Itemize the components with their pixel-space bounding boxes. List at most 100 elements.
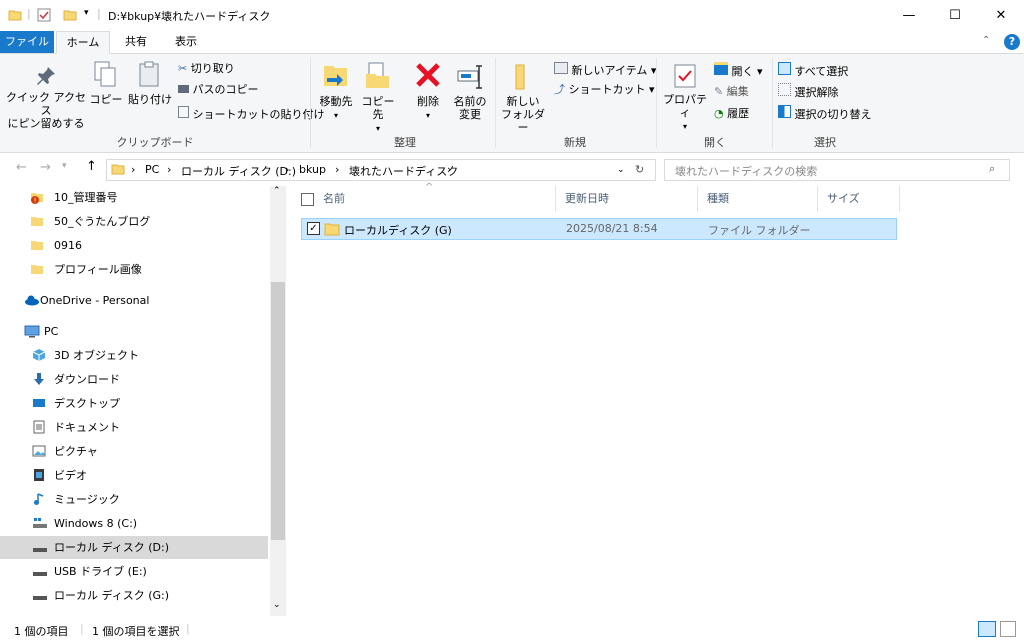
help-icon[interactable]: ? [1004,34,1020,50]
column-size[interactable]: サイズ [827,186,860,212]
nav-item-10-kanri[interactable]: ! 10_管理番号 [0,186,268,209]
copy-path-label: パスのコピー [192,83,259,96]
search-box[interactable]: 壊れたハードディスクの検索 ⌕ [664,159,1010,181]
delete-button[interactable]: 削除 ▾ [410,60,446,122]
up-arrow-icon[interactable]: ↑ [86,159,97,174]
ribbon-expand-icon[interactable]: ⌃ [982,35,990,46]
minimize-button[interactable]: — [886,0,932,31]
quick-access-dropdown[interactable]: ▾ [84,8,89,18]
details-view-icon[interactable] [978,621,996,637]
rename-button[interactable]: 名前の 変更 [450,60,490,121]
new-folder-button[interactable]: 新しい フォルダー [500,60,546,134]
close-button[interactable]: ✕ [978,0,1024,31]
nav-scrollbar-thumb[interactable] [271,282,285,540]
copy-path-icon [178,85,189,93]
pin-quick-access-button[interactable]: クイック アクセス にピン留めする [6,64,86,130]
copy-path-button[interactable]: パスのコピー [178,83,259,97]
nav-label: ローカル ディスク (G:) [54,589,170,602]
nav-item-drive-d[interactable]: ローカル ディスク (D:) [0,536,268,559]
address-dropdown-icon[interactable]: ⌄ [617,165,625,175]
nav-item-pictures[interactable]: ピクチャ [0,440,268,463]
column-divider[interactable] [697,186,698,212]
nav-item-pc[interactable]: PC [0,320,268,343]
tab-share[interactable]: 共有 [116,31,156,53]
properties-button[interactable]: プロパティ ▾ [660,62,710,133]
copy-to-button[interactable]: コピー先 ▾ [358,60,398,135]
move-to-icon [324,66,347,86]
group-organize-label: 整理 [394,136,416,149]
nav-item-documents[interactable]: ドキュメント [0,416,268,439]
tab-file[interactable]: ファイル [0,31,54,53]
nav-item-drive-c[interactable]: Windows 8 (C:) [0,512,268,535]
row-checkbox[interactable]: ✓ [307,222,320,235]
edit-button[interactable]: ✎ 編集 [714,85,749,99]
rename-label-1: 名前の [453,95,487,108]
history-button[interactable]: ◔ 履歴 [714,107,749,121]
properties-label: プロパティ [663,93,707,119]
back-arrow-icon[interactable]: ← [16,160,27,175]
rename-label-2: 変更 [459,108,481,121]
copy-button[interactable]: コピー [88,60,124,106]
breadcrumb-separator: › [167,163,172,176]
select-all-checkbox[interactable] [301,193,314,206]
new-item-button[interactable]: 新しいアイテム ▾ [554,62,656,78]
file-type: ファイル フォルダー [708,224,811,237]
nav-item-downloads[interactable]: ダウンロード [0,368,268,391]
nav-item-onedrive[interactable]: OneDrive - Personal [0,289,268,312]
breadcrumb-current[interactable]: 壊れたハードディスク [349,163,458,179]
large-icons-view-icon[interactable] [1000,621,1016,637]
move-to-button[interactable]: 移動先 ▾ [316,60,356,122]
file-row[interactable]: ✓ ローカルディスク (G) 2025/08/21 8:54 ファイル フォルダ… [301,218,897,240]
column-divider[interactable] [817,186,818,212]
nav-item-desktop[interactable]: デスクトップ [0,392,268,415]
paste-shortcut-button[interactable]: ショートカットの貼り付け [178,106,325,122]
forward-arrow-icon[interactable]: → [40,160,51,175]
column-type[interactable]: 種類 [707,186,729,212]
nav-label: プロフィール画像 [54,263,142,276]
edit-icon: ✎ [714,85,724,98]
breadcrumb-drive-d[interactable]: ローカル ディスク (D:) [181,163,296,179]
properties-icon[interactable] [37,8,51,22]
nav-item-3d-objects[interactable]: 3D オブジェクト [0,344,268,367]
onedrive-icon [25,295,39,306]
nav-item-usb-e[interactable]: USB ドライブ (E:) [0,560,268,583]
nav-item-0916[interactable]: 0916 [0,234,268,257]
nav-item-music[interactable]: ミュージック [0,488,268,511]
select-none-label: 選択解除 [794,86,839,99]
nav-item-drive-g[interactable]: ローカル ディスク (G:) [0,584,268,607]
invert-selection-button[interactable]: 選択の切り替え [778,105,872,122]
nav-label: 50_ぐうたんブログ [54,215,151,228]
column-divider[interactable] [899,186,900,212]
breadcrumb-pc[interactable]: PC [145,163,159,176]
scroll-down-icon[interactable]: ⌄ [273,600,281,610]
refresh-icon[interactable]: ↻ [635,163,644,176]
tab-home[interactable]: ホーム [56,31,110,54]
column-modified[interactable]: 更新日時 [565,186,609,212]
nav-item-profile-images[interactable]: プロフィール画像 [0,258,268,281]
scissors-icon: ✂ [178,62,188,75]
breadcrumb-bkup[interactable]: bkup [299,163,326,176]
nav-item-videos[interactable]: ビデオ [0,464,268,487]
group-select-label: 選択 [814,136,836,149]
address-bar[interactable]: › PC › ローカル ディスク (D:) › bkup › 壊れたハードディス… [106,159,656,181]
history-icon: ◔ [714,107,724,120]
search-input[interactable]: 壊れたハードディスクの検索 [675,163,817,179]
nav-item-50-blog[interactable]: 50_ぐうたんブログ [0,210,268,233]
search-icon[interactable]: ⌕ [989,162,995,176]
column-name[interactable]: 名前 [323,186,345,212]
shortcut-icon: ⤴ [554,83,565,96]
recent-locations-icon[interactable]: ▾ [62,161,67,171]
open-button[interactable]: 開く ▾ [714,62,763,79]
folder-alert-icon: ! [31,193,43,204]
column-divider[interactable] [555,186,556,212]
cut-button[interactable]: ✂ 切り取り [178,62,235,76]
paste-button[interactable]: 貼り付け [128,60,172,106]
shortcut-button[interactable]: ⤴ ショートカット ▾ [554,83,655,97]
select-none-button[interactable]: 選択解除 [778,83,839,100]
file-list: ^ 名前 更新日時 種類 サイズ ✓ ローカルディスク (G) 2025/08/… [287,182,1024,618]
scroll-up-icon[interactable]: ⌃ [273,186,281,196]
maximize-button[interactable]: ☐ [932,0,978,31]
tab-view[interactable]: 表示 [166,31,206,53]
new-folder-icon[interactable] [63,8,77,22]
select-all-button[interactable]: すべて選択 [778,62,848,79]
